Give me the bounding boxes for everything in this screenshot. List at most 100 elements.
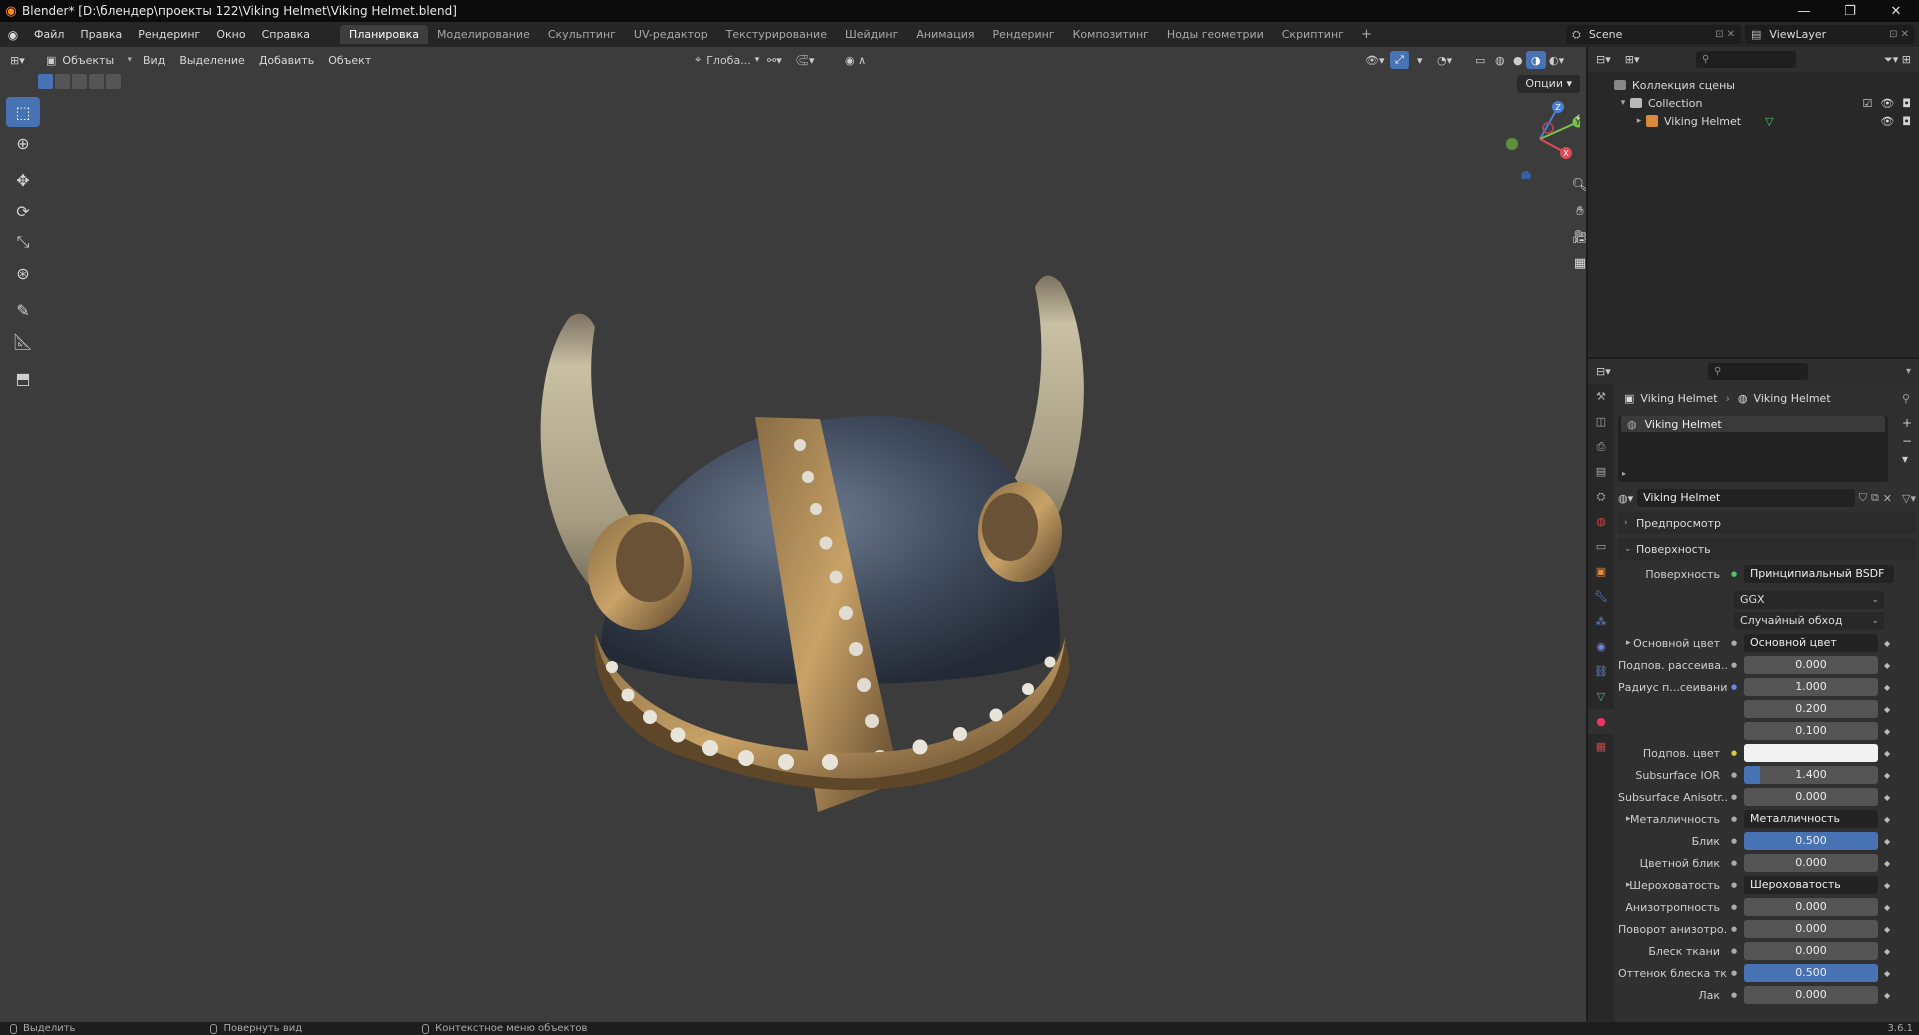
xray-icon[interactable]: ▭ [1470,51,1490,69]
zoom-icon[interactable]: 🔍︎ [1568,173,1586,197]
gizmo-menu-icon[interactable]: ▾ [1412,51,1428,69]
keyframe-icon[interactable]: ◆ [1884,881,1890,890]
tab-texture-paint[interactable]: Текстурирование [717,25,836,44]
menu-edit[interactable]: Правка [72,28,130,41]
number-field[interactable]: 0.000 [1744,656,1878,674]
tab-compositing[interactable]: Композитинг [1064,25,1158,44]
tab-geometry-nodes[interactable]: Ноды геометрии [1158,25,1273,44]
keyframe-icon[interactable]: ◆ [1884,837,1890,846]
view-layer-tab-icon[interactable]: ▤ [1588,459,1614,484]
add-cube-tool-icon[interactable]: ⬒ [6,363,40,393]
number-field[interactable]: 0.500 [1744,832,1878,850]
world-tab-icon[interactable]: ◍ [1588,509,1614,534]
move-tool-icon[interactable]: ✥ [6,165,40,195]
number-field[interactable]: 0.000 [1744,788,1878,806]
mesh-data-icon[interactable]: ▽ [1765,115,1773,128]
overlay-icon[interactable]: ◔▾ [1432,51,1457,69]
render-camera-icon[interactable]: ◘ [1902,115,1911,128]
linked-socket-field[interactable]: Основной цвет [1744,634,1878,652]
display-mode-icon[interactable]: ⊞▾ [1625,53,1640,66]
socket-dot-icon[interactable]: ● [1728,945,1740,957]
linked-socket-field[interactable]: Шероховатость [1744,876,1878,894]
select-extend-icon[interactable] [55,74,70,89]
tab-uv-editing[interactable]: UV-редактор [625,25,717,44]
visibility-icon[interactable]: 👁︎▾ [1360,51,1390,69]
tab-modeling[interactable]: Моделирование [428,25,539,44]
panel-surface[interactable]: ⌄ Поверхность [1618,538,1916,560]
exclude-checkbox-icon[interactable]: ☑ [1862,97,1872,110]
rendered-shading-icon[interactable]: ◐▾ [1544,51,1569,69]
keyframe-icon[interactable]: ◆ [1884,771,1890,780]
keyframe-icon[interactable]: ◆ [1884,903,1890,912]
socket-dot-icon[interactable]: ● [1728,769,1740,781]
render-tab-icon[interactable]: ◫ [1588,409,1614,434]
tool-tab-icon[interactable]: ⚒ [1588,384,1614,409]
output-tab-icon[interactable]: ⎙ [1588,434,1614,459]
menu-view[interactable]: Вид [136,54,172,67]
constraints-tab-icon[interactable]: ⛓ [1588,659,1614,684]
filter-icon[interactable]: ⏷▾ ⊞ [1884,53,1911,67]
keyframe-icon[interactable]: ◆ [1884,969,1890,978]
linked-socket-field[interactable]: Металличность [1744,810,1878,828]
socket-dot-icon[interactable]: ● [1728,747,1740,759]
unlink-material-icon[interactable]: ✕ [1883,492,1892,505]
keyframe-icon[interactable]: ◆ [1884,793,1890,802]
pan-hand-icon[interactable]: ✋︎ [1568,199,1586,223]
fake-user-shield-icon[interactable]: ⛉ [1859,491,1867,505]
properties-editor-type-icon[interactable]: ⊟▾ [1596,365,1611,378]
number-field[interactable]: 0.000 [1744,986,1878,1004]
menu-file[interactable]: Файл [26,28,72,41]
socket-dot-icon[interactable]: ● [1728,568,1740,580]
keyframe-icon[interactable]: ◆ [1884,815,1890,824]
view-layer-selector[interactable]: ▤ ViewLayer ⊡ ✕ [1745,25,1915,44]
camera-view-icon[interactable]: 🎥︎ [1568,225,1586,249]
outliner-editor-type-icon[interactable]: ⊟▾ [1596,53,1611,66]
material-slot-list[interactable]: ◍ Viking Helmet ▸ + − ▾ [1618,416,1912,482]
object-tab-icon[interactable]: ▣ [1588,559,1614,584]
socket-dot-icon[interactable]: ● [1728,879,1740,891]
menu-window[interactable]: Окно [208,28,253,41]
select-subtract-icon[interactable] [72,74,87,89]
number-field[interactable]: 0.000 [1744,942,1878,960]
render-camera-icon[interactable]: ◘ [1902,97,1911,110]
keyframe-icon[interactable]: ◆ [1884,705,1890,714]
socket-dot-icon[interactable]: ● [1728,659,1740,671]
select-invert-icon[interactable] [89,74,104,89]
keyframe-icon[interactable]: ◆ [1884,925,1890,934]
pivot-point-icon[interactable]: ⚯▾ [762,51,787,69]
select-intersect-icon[interactable] [106,74,121,89]
close-button[interactable]: ✕ [1873,0,1919,22]
tab-layout[interactable]: Планировка [340,25,429,44]
properties-search-input[interactable]: ⚲ [1708,363,1808,380]
proportional-editing-icon[interactable]: ◉ ∧ [840,51,871,69]
outliner-search-input[interactable]: ⚲ [1696,51,1796,68]
particles-tab-icon[interactable]: ⁂ [1588,609,1614,634]
select-box-tool-icon[interactable]: ⬚ [6,97,40,127]
keyframe-icon[interactable]: ◆ [1884,683,1890,692]
scale-tool-icon[interactable]: ⤡ [6,227,40,257]
number-field[interactable]: 1.400 [1744,766,1878,784]
tab-shading[interactable]: Шейдинг [836,25,907,44]
slot-menu-icon[interactable]: ▾ [1902,452,1912,466]
add-workspace-button[interactable]: + [1353,27,1380,42]
expand-triangle-icon[interactable]: ▸ [1626,638,1631,648]
remove-slot-button[interactable]: − [1902,434,1912,448]
mode-selector[interactable]: ▣ Объекты ▾ [40,51,136,69]
keyframe-icon[interactable]: ◆ [1884,661,1890,670]
menu-render[interactable]: Рендеринг [130,28,208,41]
pin-icon[interactable]: ⚲ [1902,392,1910,405]
measure-tool-icon[interactable]: 📐︎ [6,326,40,356]
modifier-tab-icon[interactable]: 🔧︎ [1588,584,1614,609]
gizmo-toggle-icon[interactable]: ⤢ [1390,51,1409,69]
transform-tool-icon[interactable]: ⊛ [6,258,40,288]
surface-shader-field[interactable]: Принципиальный BSDF [1744,565,1894,583]
socket-dot-icon[interactable]: ● [1728,813,1740,825]
number-field[interactable]: 0.000 [1744,854,1878,872]
subsurface-method-dropdown[interactable]: Случайный обход ⌄ [1734,612,1884,630]
keyframe-icon[interactable]: ◆ [1884,639,1890,648]
maximize-button[interactable]: ❐ [1827,0,1873,22]
outliner-object-viking-helmet[interactable]: ▸ Viking Helmet ▽ 👁︎ ◘ [1588,112,1919,130]
socket-dot-icon[interactable]: ● [1728,681,1740,693]
view-layer-actions-icon[interactable]: ⊡ ✕ [1889,29,1909,40]
keyframe-icon[interactable]: ◆ [1884,749,1890,758]
